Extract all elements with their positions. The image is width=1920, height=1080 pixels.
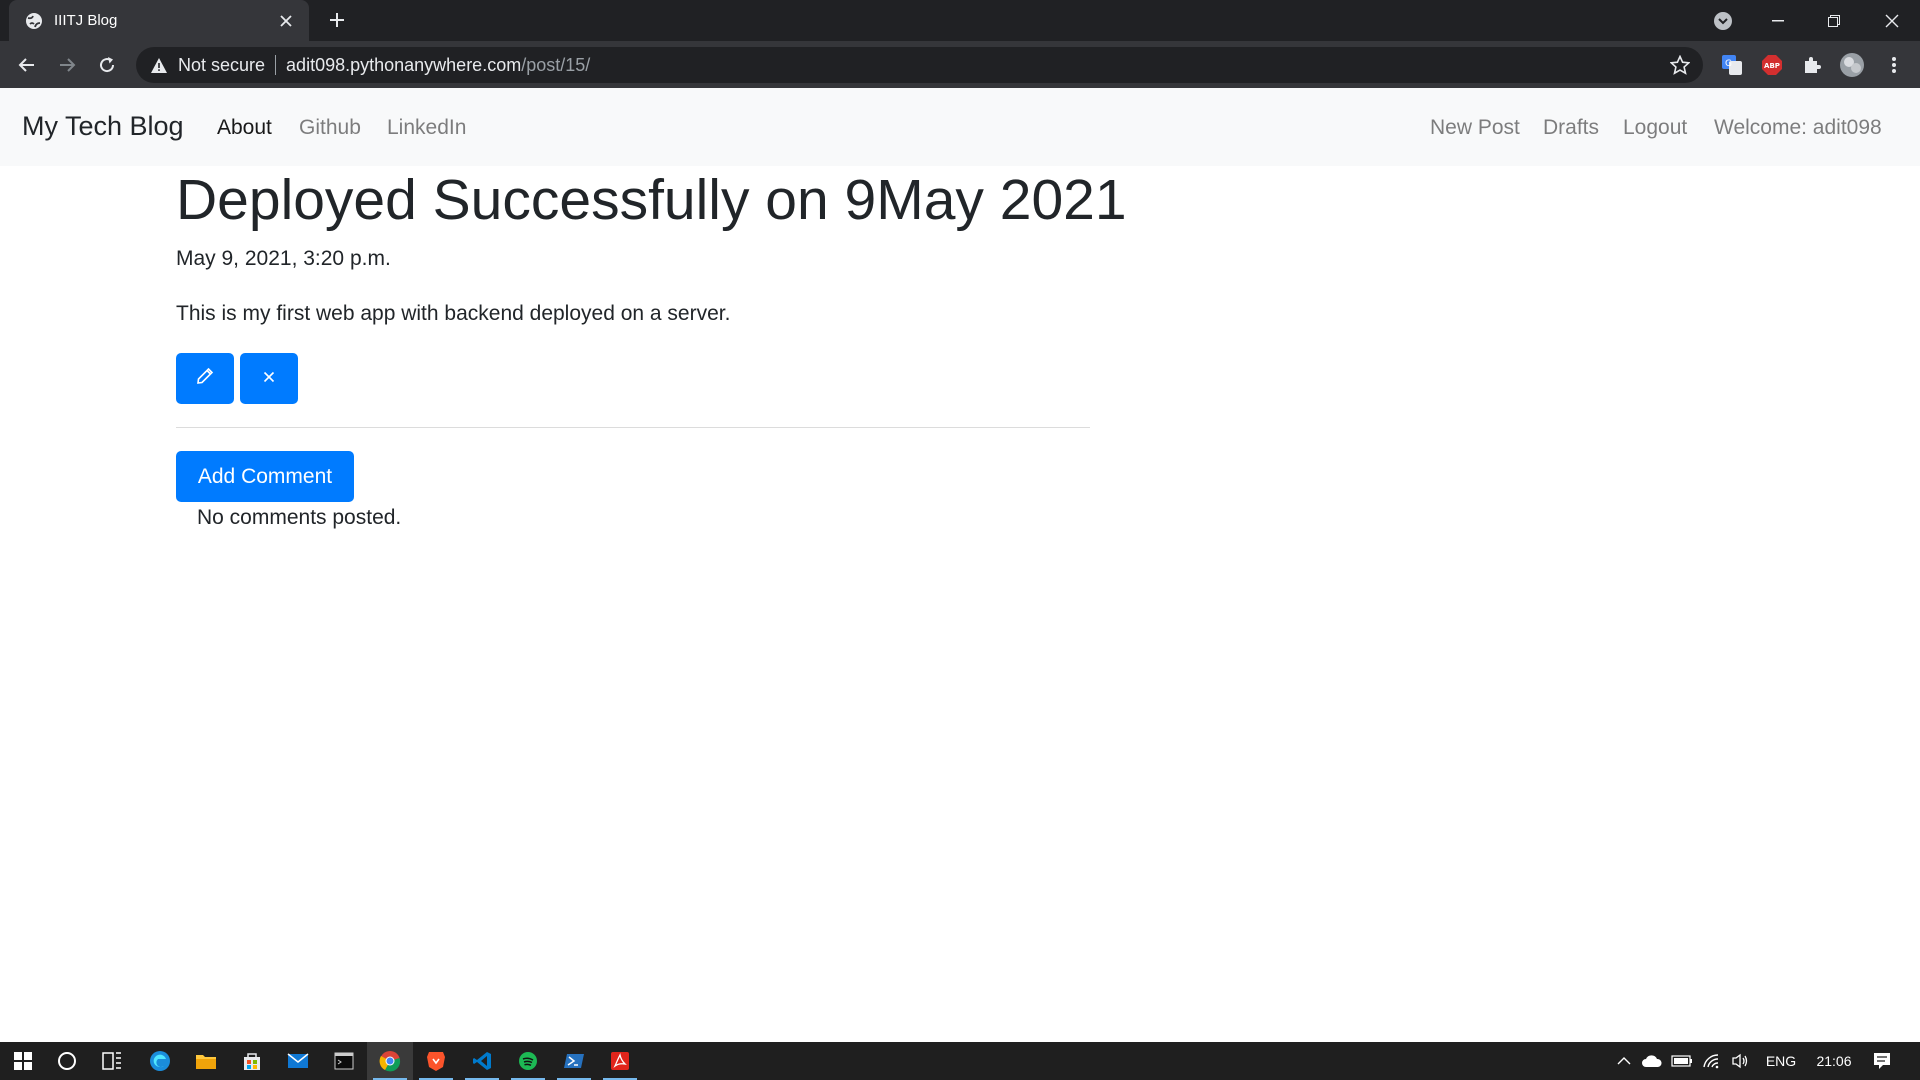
omnibox-separator	[275, 55, 277, 75]
close-window-icon[interactable]	[1864, 0, 1920, 41]
nav-link-github[interactable]: Github	[299, 116, 361, 140]
acrobat-icon[interactable]	[597, 1042, 643, 1080]
close-tab-icon[interactable]	[275, 10, 297, 32]
extensions-puzzle-icon[interactable]	[1799, 52, 1825, 78]
task-view-icon[interactable]	[89, 1042, 135, 1080]
delete-post-button[interactable]	[240, 353, 298, 404]
url-path: /post/15/	[521, 54, 591, 75]
wifi-icon[interactable]	[1698, 1042, 1724, 1080]
pencil-icon	[196, 367, 214, 390]
warning-icon[interactable]	[150, 56, 168, 74]
spotify-icon[interactable]	[505, 1042, 551, 1080]
google-translate-icon[interactable]: G	[1719, 52, 1745, 78]
post-body: This is my first web app with backend de…	[176, 302, 731, 325]
vscode-icon[interactable]	[459, 1042, 505, 1080]
system-clock[interactable]: 21:06	[1806, 1042, 1862, 1080]
close-icon	[263, 370, 275, 388]
address-bar[interactable]: Not secure adit098.pythonanywhere.com/po…	[136, 47, 1703, 83]
windows-taskbar: ENG 21:06	[0, 1042, 1920, 1080]
globe-icon	[25, 12, 43, 30]
url-host: adit098.pythonanywhere.com	[286, 54, 522, 75]
no-comments-text: No comments posted.	[197, 506, 402, 529]
browser-toolbar: Not secure adit098.pythonanywhere.com/po…	[0, 41, 1920, 88]
nav-link-new-post[interactable]: New Post	[1430, 116, 1520, 140]
nav-welcome-user: Welcome: adit098	[1714, 116, 1882, 139]
site-navbar: My Tech Blog About Github LinkedIn New P…	[0, 88, 1920, 166]
adblock-plus-icon[interactable]: ABP	[1759, 52, 1785, 78]
volume-icon[interactable]	[1726, 1042, 1754, 1080]
abp-label: ABP	[1764, 62, 1780, 70]
post-date: May 9, 2021, 3:20 p.m.	[176, 247, 391, 270]
onedrive-cloud-icon[interactable]	[1638, 1042, 1666, 1080]
tab-search-icon[interactable]	[1695, 0, 1751, 41]
post-title: Deployed Successfully on 9May 2021	[176, 168, 1127, 232]
nav-link-about[interactable]: About	[217, 116, 272, 140]
profile-avatar-icon[interactable]	[1839, 52, 1865, 78]
windows-start-icon[interactable]	[0, 1042, 46, 1080]
bookmark-star-icon[interactable]	[1669, 54, 1691, 76]
powershell-icon[interactable]	[551, 1042, 597, 1080]
reload-icon[interactable]	[91, 49, 123, 81]
chrome-menu-icon[interactable]	[1881, 52, 1907, 78]
file-explorer-icon[interactable]	[183, 1042, 229, 1080]
search-circle-icon[interactable]	[44, 1042, 90, 1080]
tab-title: IIITJ Blog	[54, 12, 118, 29]
svg-text:G: G	[1725, 59, 1732, 69]
nav-link-drafts[interactable]: Drafts	[1543, 116, 1599, 140]
nav-link-linkedin[interactable]: LinkedIn	[387, 116, 466, 140]
chrome-taskbar-icon[interactable]	[367, 1042, 413, 1080]
nav-link-logout[interactable]: Logout	[1623, 116, 1687, 140]
divider	[176, 427, 1090, 428]
browser-tab[interactable]: IIITJ Blog	[9, 0, 309, 41]
edge-icon[interactable]	[137, 1042, 183, 1080]
new-tab-icon[interactable]	[325, 8, 349, 32]
add-comment-button[interactable]: Add Comment	[176, 451, 354, 502]
brave-icon[interactable]	[413, 1042, 459, 1080]
browser-tab-strip: IIITJ Blog	[0, 0, 1920, 41]
store-icon[interactable]	[229, 1042, 275, 1080]
language-indicator[interactable]: ENG	[1758, 1042, 1804, 1080]
back-icon[interactable]	[11, 49, 43, 81]
edit-post-button[interactable]	[176, 353, 234, 404]
navbar-brand[interactable]: My Tech Blog	[22, 111, 184, 142]
terminal-icon[interactable]	[321, 1042, 367, 1080]
restore-icon[interactable]	[1806, 0, 1862, 41]
minimize-icon[interactable]	[1750, 0, 1806, 41]
mail-icon[interactable]	[275, 1042, 321, 1080]
battery-icon[interactable]	[1668, 1042, 1696, 1080]
not-secure-label[interactable]: Not secure	[178, 55, 265, 76]
forward-icon[interactable]	[51, 49, 83, 81]
action-center-icon[interactable]	[1864, 1042, 1900, 1080]
chevron-up-icon[interactable]	[1612, 1042, 1636, 1080]
